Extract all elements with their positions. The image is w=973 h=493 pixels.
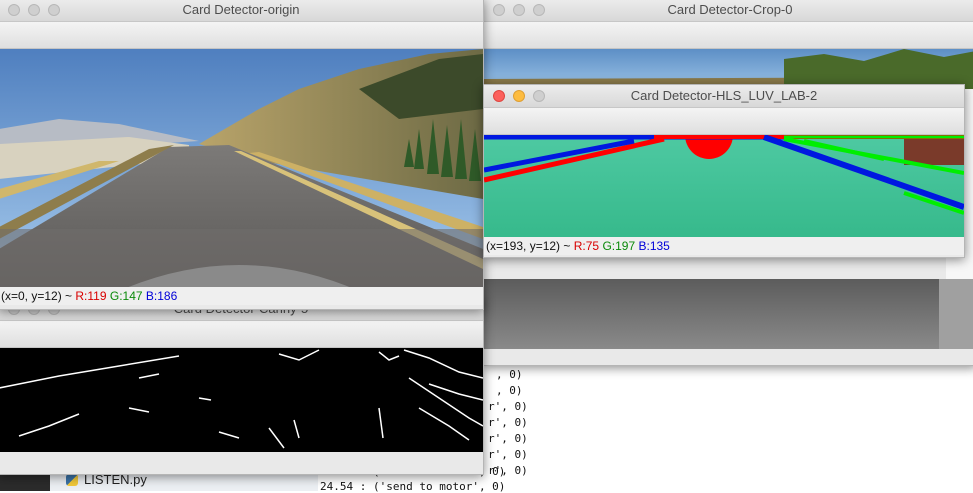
pixel-green-value: G:147 — [109, 289, 143, 303]
terminal-line: r', 0) — [488, 448, 528, 461]
pixel-red-value: R:119 — [75, 289, 107, 303]
terminal-line: r', 0) — [488, 400, 528, 413]
python-file-icon — [66, 473, 78, 486]
origin-window: Card Detector-origin (x=0, y=12) ~ R:119… — [0, 0, 484, 310]
pixel-green-value: G:197 — [602, 239, 636, 253]
hls-toolbar — [484, 108, 964, 135]
hls-titlebar[interactable]: Card Detector-HLS_LUV_LAB-2 — [484, 85, 964, 108]
origin-image — [0, 49, 483, 291]
pixel-red-value: R:75 — [573, 239, 600, 253]
terminal-line: 24.54 : ('send to motor', 0) — [320, 480, 506, 493]
cursor-coords: (x=193, y=12) ~ — [486, 239, 571, 253]
crop-toolbar — [484, 22, 973, 49]
canny-image — [0, 348, 483, 452]
terminal-line: , 0) — [496, 384, 523, 397]
terminal-line: r', 0) — [488, 432, 528, 445]
window-title: Card Detector-origin — [182, 2, 300, 17]
terminal-line: r', 0) — [488, 416, 528, 429]
canny-window: Card Detector-Canny-5 — [0, 297, 484, 475]
origin-titlebar[interactable]: Card Detector-origin — [0, 0, 483, 22]
window-title: Card Detector-HLS_LUV_LAB-2 — [630, 88, 818, 103]
cursor-coords: (x=0, y=12) ~ — [1, 289, 73, 303]
pixel-blue-value: B:135 — [638, 239, 670, 253]
crop-titlebar[interactable]: Card Detector-Crop-0 — [484, 0, 973, 22]
hls-window: Card Detector-HLS_LUV_LAB-2 (x=193, y=12… — [483, 84, 965, 258]
hls-image — [484, 135, 964, 239]
pixel-blue-value: B:186 — [145, 289, 178, 303]
terminal-line: , 0) — [496, 368, 523, 381]
window-title: Card Detector-Crop-0 — [667, 2, 793, 17]
origin-statusbar: (x=0, y=12) ~ R:119 G:147 B:186 — [0, 287, 483, 305]
canny-toolbar — [0, 321, 483, 348]
origin-toolbar — [0, 22, 483, 49]
hls-statusbar: (x=193, y=12) ~ R:75 G:197 B:135 — [484, 237, 964, 255]
